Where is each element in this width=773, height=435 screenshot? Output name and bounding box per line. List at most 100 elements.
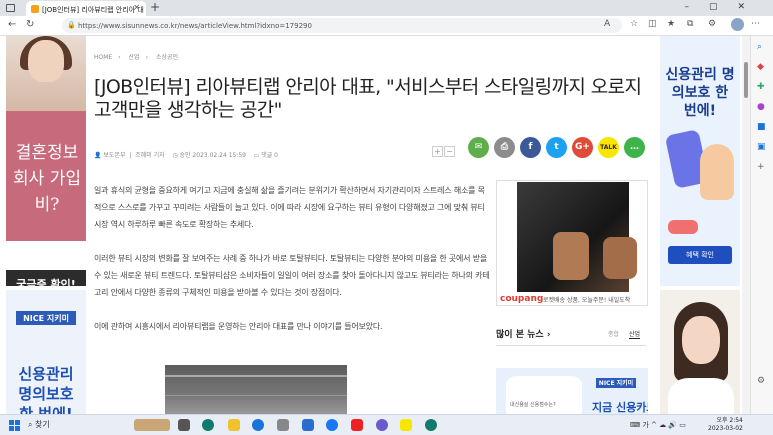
search-label: 찾기 bbox=[35, 420, 50, 429]
taskbar-search[interactable]: ⌕ 찾기 bbox=[28, 419, 50, 430]
font-decrease-button[interactable]: − bbox=[444, 146, 455, 157]
browser-tab[interactable]: [JOB인터뷰] 리아뷰티랩 안리아 대 ✕ bbox=[26, 1, 146, 16]
breadcrumb-smallbiz[interactable]: 소상공인 bbox=[156, 54, 178, 61]
ad-headline: 신용관리 명의보호 한 번에! bbox=[665, 67, 735, 119]
clock-icon: ◷ bbox=[172, 152, 178, 159]
window-controls[interactable]: –▢✕ bbox=[684, 2, 765, 12]
search-highlight-icon[interactable] bbox=[134, 419, 170, 431]
tab-actions-icon[interactable] bbox=[6, 4, 15, 12]
add-icon[interactable]: + bbox=[757, 162, 765, 172]
site-favicon-icon bbox=[31, 5, 39, 13]
ad-model-face bbox=[28, 40, 64, 82]
person-icon: 👤 bbox=[94, 152, 102, 159]
profile-avatar[interactable] bbox=[731, 18, 744, 31]
paragraph: 이에 관하여 시흥시에서 리아뷰티랩을 운영하는 안리아 대표를 만나 이야기를… bbox=[94, 322, 383, 331]
favorites-icon[interactable]: ★ bbox=[667, 19, 675, 29]
googleplus-share-icon[interactable]: G+ bbox=[572, 137, 593, 158]
more-menu-icon[interactable]: ⋯ bbox=[751, 19, 760, 29]
ad-headline: 신용관리 명의보호 한 번에! bbox=[18, 365, 74, 414]
far-right-banner-ad-2[interactable] bbox=[660, 290, 740, 414]
chevron-right-icon[interactable]: › bbox=[547, 330, 551, 340]
ad-cta-button[interactable]: 궁금증 확인! bbox=[6, 276, 86, 286]
right-inline-ad[interactable]: 내신용실 신용점수는? NICE 지키미 지금 신용카드 bbox=[496, 368, 648, 414]
games-icon[interactable]: ● bbox=[757, 102, 765, 112]
windows-start-icon[interactable] bbox=[9, 420, 20, 431]
kakaotalk-share-icon[interactable]: TALK bbox=[598, 137, 619, 158]
facebook-icon[interactable] bbox=[326, 419, 338, 431]
read-aloud-icon[interactable]: A bbox=[604, 19, 610, 29]
left-banner-ad[interactable]: 결혼정보 회사 가입비? 궁금증 확인! ☝ bbox=[6, 36, 86, 286]
publish-date: 승인 2023.02.24 15:59 bbox=[179, 152, 246, 159]
facebook-share-icon[interactable]: f bbox=[520, 137, 541, 158]
app-icon-2[interactable] bbox=[376, 419, 388, 431]
shopping-icon[interactable]: ◆ bbox=[757, 62, 764, 72]
favorite-star-icon[interactable]: ☆ bbox=[630, 19, 638, 29]
email-share-icon[interactable]: ✉ bbox=[468, 137, 489, 158]
article-body: 일과 휴식의 균형을 중요하게 여기고 지금에 충실해 삶을 즐기려는 분위기가… bbox=[94, 182, 490, 352]
article-meta: 👤 보도본부 | 조혜미 기자 ◷ 승인 2023.02.24 15:59 ▭ … bbox=[94, 152, 278, 159]
ad-brand-label: NICE 지키미 bbox=[596, 378, 636, 388]
edge-sidebar: ⌕ ◆ ✚ ● ■ ▣ + ⚙ bbox=[750, 36, 773, 414]
clock-time: 오후 2:54 bbox=[716, 417, 743, 424]
popular-heading: 많이 본 뉴스 bbox=[496, 330, 544, 340]
clock-date: 2023-03-02 bbox=[708, 425, 743, 432]
car-graphic bbox=[668, 220, 698, 234]
paragraph: 일과 휴식의 균형을 중요하게 여기고 지금에 충실해 삶을 즐기려는 분위기가… bbox=[94, 186, 485, 229]
task-view-icon[interactable] bbox=[178, 419, 190, 431]
tab-all[interactable]: 종합 bbox=[608, 331, 619, 338]
character-graphic bbox=[700, 144, 734, 200]
sidebar-settings-icon[interactable]: ⚙ bbox=[757, 376, 765, 386]
car-interior-image bbox=[517, 182, 637, 292]
font-size-controls: + − bbox=[432, 139, 456, 158]
far-right-banner-ad[interactable]: 신용관리 명의보호 한 번에! 혜택 확인 bbox=[660, 36, 740, 286]
scrollbar-thumb[interactable] bbox=[744, 62, 748, 98]
comment-count[interactable]: 댓글 0 bbox=[261, 152, 278, 159]
chrome-icon[interactable] bbox=[252, 419, 264, 431]
store-icon[interactable] bbox=[302, 419, 314, 431]
coupang-logo: coupang bbox=[500, 294, 544, 304]
twitter-share-icon[interactable]: t bbox=[546, 137, 567, 158]
breadcrumb-industry[interactable]: 산업 bbox=[129, 54, 140, 61]
outlook-icon[interactable]: ▣ bbox=[757, 142, 766, 152]
left-banner-ad-2[interactable]: NICE 지키미 신용관리 명의보호 한 번에! bbox=[6, 290, 86, 414]
split-screen-icon[interactable]: ◫ bbox=[648, 19, 657, 29]
back-icon[interactable]: ← bbox=[8, 19, 16, 30]
youtube-icon[interactable] bbox=[351, 419, 363, 431]
message-share-icon[interactable]: … bbox=[624, 137, 645, 158]
system-tray[interactable]: ⌨ 가 ^ ☁ 🔊 ▭ bbox=[630, 420, 686, 430]
tab-title: [JOB인터뷰] 리아뷰티랩 안리아 대 bbox=[42, 6, 144, 14]
address-bar[interactable]: 🔒 https://www.sisunnews.co.kr/news/artic… bbox=[62, 18, 622, 33]
lock-icon: 🔒 bbox=[67, 21, 76, 29]
collections-icon[interactable]: ⧉ bbox=[687, 19, 693, 29]
font-increase-button[interactable]: + bbox=[432, 146, 443, 157]
reporter: 조혜미 기자 bbox=[135, 152, 165, 159]
edge-icon[interactable] bbox=[202, 419, 214, 431]
clock[interactable]: 오후 2:54 2023-03-02 bbox=[708, 417, 743, 433]
print-share-icon[interactable]: ⎙ bbox=[494, 137, 515, 158]
ad-brand-label: NICE 지키미 bbox=[16, 311, 76, 325]
office-icon[interactable]: ■ bbox=[757, 122, 766, 132]
edge-active-icon[interactable] bbox=[425, 419, 437, 431]
ad-headline: 지금 신용카드 bbox=[592, 401, 648, 414]
ad-phone-graphic bbox=[506, 376, 582, 414]
coupang-ad[interactable]: coupang 로켓배송 상품, 오늘주문! 내일도착 bbox=[496, 180, 648, 306]
ad-cta-button[interactable]: 혜택 확인 bbox=[668, 246, 732, 264]
tab-industry[interactable]: 산업 bbox=[628, 331, 641, 339]
refresh-icon[interactable]: ↻ bbox=[26, 19, 34, 30]
popular-news: 많이 본 뉴스 › 종합 산업 bbox=[496, 327, 646, 346]
url-text: https://www.sisunnews.co.kr/news/article… bbox=[78, 22, 312, 30]
file-explorer-icon[interactable] bbox=[228, 419, 240, 431]
coupang-text: 로켓배송 상품, 오늘주문! 내일도착 bbox=[543, 297, 631, 304]
new-tab-icon[interactable]: + bbox=[150, 0, 160, 14]
extensions-icon[interactable]: ⚙ bbox=[708, 19, 716, 29]
kakaotalk-icon[interactable] bbox=[400, 419, 412, 431]
comment-icon: ▭ bbox=[253, 152, 260, 159]
ad-small-text: 내신용실 신용점수는? bbox=[510, 402, 556, 408]
close-tab-icon[interactable]: ✕ bbox=[133, 3, 140, 12]
tools-icon[interactable]: ✚ bbox=[757, 82, 765, 92]
app-icon[interactable] bbox=[277, 419, 289, 431]
breadcrumb-home[interactable]: HOME bbox=[94, 54, 112, 61]
search-icon[interactable]: ⌕ bbox=[757, 42, 762, 52]
article-title: [JOB인터뷰] 리아뷰티랩 안리아 대표, "서비스부터 스타일링까지 오로지… bbox=[94, 76, 642, 121]
tab-strip: [JOB인터뷰] 리아뷰티랩 안리아 대 ✕ + –▢✕ bbox=[0, 0, 773, 16]
